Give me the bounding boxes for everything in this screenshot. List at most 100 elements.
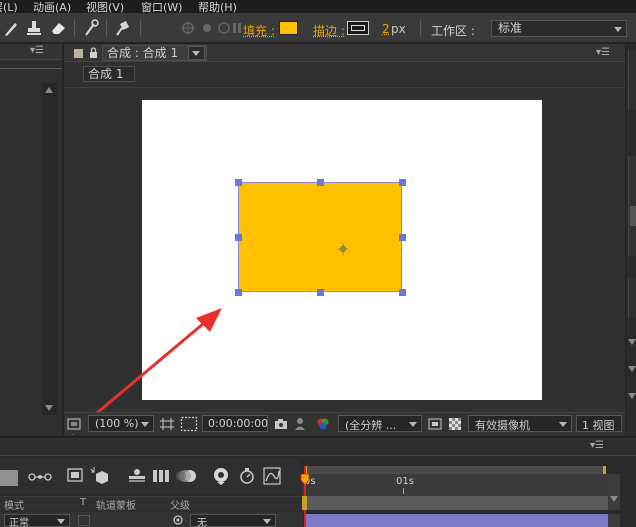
timecode-value: 0:00:00:00	[208, 417, 269, 430]
right-panel-strip	[626, 44, 636, 436]
scroll-down-icon[interactable]	[628, 339, 636, 345]
brush-tool-icon[interactable]	[2, 18, 22, 38]
transform-handle[interactable]	[317, 179, 324, 186]
region-of-interest-icon[interactable]	[180, 416, 198, 432]
stroke-color-swatch[interactable]	[347, 21, 369, 35]
view-layout-dropdown[interactable]: 1 视图	[576, 415, 622, 432]
roto-brush-tool-icon[interactable]	[82, 18, 102, 38]
in-point-marker[interactable]	[302, 496, 307, 510]
color-channels-icon[interactable]	[316, 417, 330, 431]
layer-lock-area	[608, 514, 620, 527]
transform-handle[interactable]	[235, 289, 242, 296]
search-box[interactable]	[0, 470, 18, 486]
auto-keyframe-icon[interactable]	[238, 466, 256, 486]
comp-color-icon	[74, 49, 83, 58]
hide-shy-layers-icon[interactable]	[127, 467, 147, 485]
timeline-header: ▾☰	[0, 438, 636, 456]
comp-duration-bar	[302, 496, 608, 510]
transform-handle[interactable]	[235, 179, 242, 186]
stroke-width-value[interactable]: 2	[382, 22, 390, 36]
zoom-slider[interactable]	[608, 474, 620, 510]
chevron-down-icon	[409, 421, 417, 427]
layer-duration-bar[interactable]	[306, 514, 608, 527]
rectangle-shape-layer[interactable]	[238, 182, 402, 292]
transform-handle[interactable]	[399, 179, 406, 186]
chevron-down-icon	[57, 518, 65, 524]
panel-menu-icon[interactable]: ▾☰	[30, 45, 44, 56]
comp-tab-label: 合成 : 合成 1	[107, 46, 179, 60]
composition-mini-flowchart-icon[interactable]	[28, 469, 52, 485]
comp-sub-tab[interactable]: 合成 1	[83, 66, 135, 82]
graph-editor-icon[interactable]	[262, 466, 282, 486]
anchor-point-icon[interactable]	[336, 242, 350, 256]
tools-panel: 填充 : 描边 : 2 px 工作区 : 标准	[0, 13, 636, 43]
blend-mode-dropdown[interactable]: 正常	[4, 514, 70, 527]
transform-handle[interactable]	[399, 234, 406, 241]
motion-blur-icon[interactable]	[176, 467, 198, 485]
comp-panel-header: 合成 : 合成 1 ▾☰	[64, 44, 625, 62]
chevron-down-icon	[141, 421, 149, 427]
frame-blending-icon[interactable]	[151, 467, 171, 485]
info-panel-collapsed[interactable]	[628, 50, 636, 110]
active-camera-dropdown[interactable]: 有效摄像机	[468, 415, 572, 432]
transform-handle[interactable]	[235, 234, 242, 241]
resolution-value: (全分辨 ...	[345, 419, 397, 432]
puppet-pin-tool-icon[interactable]	[112, 18, 132, 38]
chevron-down-icon	[559, 421, 567, 427]
draft-3d-icon[interactable]	[90, 466, 110, 486]
transform-handle[interactable]	[317, 289, 324, 296]
eraser-tool-icon[interactable]	[48, 18, 68, 38]
scroll-up-icon[interactable]	[45, 87, 53, 93]
scroll-down-icon[interactable]	[628, 393, 636, 399]
current-time-field[interactable]: 0:00:00:00	[202, 415, 268, 432]
brainstorm-icon[interactable]	[211, 466, 231, 486]
show-snapshot-icon[interactable]	[294, 417, 306, 431]
fast-previews-icon[interactable]	[428, 418, 442, 430]
safe-margins-icon[interactable]	[160, 418, 174, 430]
camera-snapshot-icon[interactable]	[274, 418, 288, 430]
panel-menu-icon[interactable]: ▾☰	[590, 440, 604, 451]
transform-handle[interactable]	[399, 289, 406, 296]
project-panel: ▾☰	[0, 44, 62, 436]
resolution-dropdown[interactable]: (全分辨 ...	[338, 415, 422, 432]
parent-pick-whip-icon[interactable]	[172, 514, 184, 526]
collapsed-tab[interactable]	[630, 206, 636, 226]
chevron-down-icon	[614, 26, 622, 32]
chevron-down-icon	[263, 518, 271, 524]
chevron-down-icon	[192, 51, 200, 56]
stroke-label[interactable]: 描边 :	[313, 22, 345, 39]
preserve-transparency-checkbox[interactable]	[78, 515, 90, 526]
parent-value: 无	[197, 518, 207, 527]
zoom-dropdown[interactable]: (100 %)	[88, 415, 154, 432]
project-panel-header: ▾☰	[0, 44, 62, 60]
project-scrollbar[interactable]	[42, 83, 57, 415]
layer-column-header: 模式 T 轨道蒙板 父级	[0, 496, 302, 512]
fill-color-swatch[interactable]	[279, 21, 298, 35]
fill-label[interactable]: 填充 :	[243, 22, 275, 39]
comp-selector-dropdown[interactable]	[188, 46, 205, 60]
comp-sub-tab-label: 合成 1	[88, 67, 124, 81]
work-area-bar[interactable]	[304, 466, 606, 474]
timeline-track-area[interactable]: 0s 01s	[300, 458, 636, 527]
views-value: 1 视图	[582, 419, 615, 432]
scroll-down-icon[interactable]	[45, 405, 53, 411]
clone-stamp-tool-icon[interactable]	[24, 18, 44, 38]
playhead-icon[interactable]	[300, 474, 310, 486]
effects-panel-collapsed[interactable]	[628, 278, 636, 318]
scroll-down-icon[interactable]	[628, 366, 636, 372]
snap-icon[interactable]	[178, 18, 198, 38]
ruler-1s-label: 01s	[396, 476, 414, 487]
transparency-grid-icon[interactable]	[448, 417, 462, 431]
live-update-icon[interactable]	[66, 467, 84, 485]
toolbar-separator	[140, 19, 141, 37]
layer-row[interactable]: 正常 无	[0, 512, 302, 527]
parent-column-header: 父级	[170, 501, 190, 512]
magnification-icon[interactable]	[67, 418, 81, 430]
time-ruler[interactable]: 0s 01s	[302, 474, 608, 496]
timeline-panel: ▾☰ 模式 T 轨道蒙板 父级 正常 无 0s 01s	[0, 438, 636, 527]
parent-dropdown[interactable]: 无	[190, 514, 276, 527]
comp-viewer-controls: (100 %) 0:00:00:00 (全分辨 ... 有效摄像机 1 视图	[64, 412, 625, 434]
workspace-dropdown[interactable]: 标准	[491, 20, 627, 37]
panel-menu-icon[interactable]: ▾☰	[596, 47, 610, 58]
lock-icon[interactable]	[88, 47, 100, 59]
